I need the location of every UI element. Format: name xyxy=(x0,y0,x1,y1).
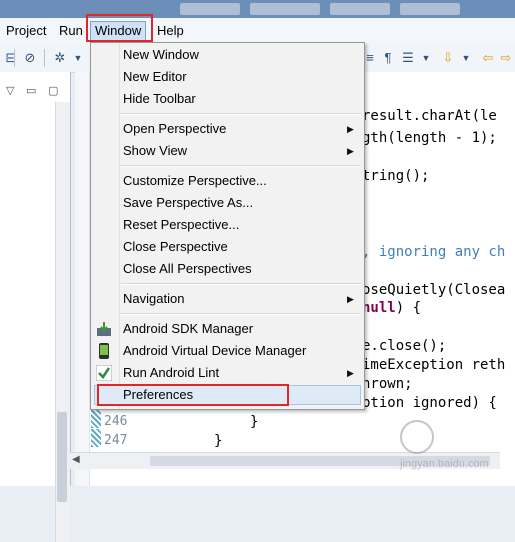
scrollbar-thumb[interactable] xyxy=(57,412,67,502)
taskbar-tab[interactable] xyxy=(180,3,240,15)
toolbar-separator xyxy=(14,49,15,67)
menu-item-show-view[interactable]: Show View xyxy=(123,141,187,161)
back-icon[interactable]: ⇦ xyxy=(480,50,496,66)
menu-item-close-all-perspectives[interactable]: Close All Perspectives xyxy=(123,259,252,279)
submenu-arrow-icon: ▶ xyxy=(347,124,354,134)
view-menu-icon[interactable]: ▽ xyxy=(6,84,14,97)
chevron-down-icon[interactable]: ▼ xyxy=(458,50,474,66)
menu-item-hide-toolbar[interactable]: Hide Toolbar xyxy=(123,89,196,109)
menu-item-navigation[interactable]: Navigation xyxy=(123,289,184,309)
code-line: } xyxy=(214,433,223,449)
annotation-icon[interactable]: ☰ xyxy=(400,50,416,66)
forward-icon[interactable]: ⇨ xyxy=(498,50,514,66)
code-line: gth(length - 1); xyxy=(362,130,497,146)
package-explorer-pane: ▽ ▭ ▢ xyxy=(0,72,71,542)
menu-separator xyxy=(121,113,361,115)
next-annotation-icon[interactable]: ⇩ xyxy=(440,50,456,66)
code-line: null) { xyxy=(362,300,421,316)
taskbar-tab[interactable] xyxy=(400,3,460,15)
line-number: 246 xyxy=(104,414,128,429)
line-number: 247 xyxy=(104,433,128,448)
watermark: jingyan.baidu.com xyxy=(400,420,510,480)
code-line: tring(); xyxy=(362,168,430,184)
taskbar-tab[interactable] xyxy=(250,3,320,15)
menu-item-new-editor[interactable]: New Editor xyxy=(123,67,187,87)
code-text: ) { xyxy=(395,300,422,316)
menu-separator xyxy=(121,283,361,285)
menu-item-android-virtual-device-manager[interactable]: Android Virtual Device Manager xyxy=(123,341,306,361)
code-line: e.close(); xyxy=(362,338,447,354)
debug-icon[interactable]: ✲ xyxy=(52,50,68,66)
menu-run[interactable]: Run xyxy=(55,22,87,40)
menu-help[interactable]: Help xyxy=(153,22,188,40)
scroll-left-icon[interactable]: ◀ xyxy=(72,454,80,465)
checkmark-icon xyxy=(96,365,112,381)
code-comment-line: , ignoring any ch xyxy=(362,244,506,260)
code-line: imeException reth xyxy=(362,357,506,373)
submenu-arrow-icon: ▶ xyxy=(347,294,354,304)
menu-item-android-sdk-manager[interactable]: Android SDK Manager xyxy=(123,319,253,339)
menu-item-run-android-lint[interactable]: Run Android Lint xyxy=(123,363,219,383)
window-caption-strip xyxy=(0,0,515,18)
skip-breakpoints-icon[interactable]: ⊘ xyxy=(22,50,38,66)
menu-item-reset-perspective[interactable]: Reset Perspective... xyxy=(123,215,239,235)
submenu-arrow-icon: ▶ xyxy=(347,146,354,156)
menu-item-close-perspective[interactable]: Close Perspective xyxy=(123,237,228,257)
change-marker xyxy=(91,429,101,447)
watermark-logo-icon xyxy=(400,420,434,454)
show-whitespace-icon[interactable]: ¶ xyxy=(380,50,396,66)
editor-ruler xyxy=(75,72,90,486)
watermark-text: jingyan.baidu.com xyxy=(400,458,489,470)
window-menu-highlight-box xyxy=(86,14,153,42)
code-line: ption ignored) { xyxy=(362,395,497,411)
menu-item-open-perspective[interactable]: Open Perspective xyxy=(123,119,226,139)
chevron-down-icon[interactable]: ▼ xyxy=(70,50,86,66)
code-line: oseQuietly(Closea xyxy=(362,282,506,298)
menu-item-save-perspective-as[interactable]: Save Perspective As... xyxy=(123,193,253,213)
taskbar-tab[interactable] xyxy=(330,3,390,15)
menu-separator xyxy=(121,165,361,167)
submenu-arrow-icon: ▶ xyxy=(347,368,354,378)
code-keyword: null xyxy=(362,300,396,316)
toolbar-separator xyxy=(44,49,45,67)
android-sdk-manager-icon xyxy=(97,322,111,336)
menu-item-customize-perspective[interactable]: Customize Perspective... xyxy=(123,171,267,191)
menu-item-new-window[interactable]: New Window xyxy=(123,45,199,65)
maximize-icon[interactable]: ▢ xyxy=(48,84,58,97)
code-line: hrown; xyxy=(362,376,413,392)
menu-separator xyxy=(121,313,361,315)
menu-project[interactable]: Project xyxy=(2,22,50,40)
preferences-highlight-box xyxy=(97,384,289,406)
minimize-icon[interactable]: ▭ xyxy=(26,84,36,97)
code-line: result.charAt(le xyxy=(362,108,497,124)
collapse-icon[interactable]: ⊟ xyxy=(3,50,19,66)
chevron-down-icon[interactable]: ▼ xyxy=(418,50,434,66)
window-menu-dropdown: New Window New Editor Hide Toolbar Open … xyxy=(90,42,365,410)
menu-bar: Project Run Window Help xyxy=(0,18,515,45)
change-marker xyxy=(91,410,101,428)
android-device-icon xyxy=(99,343,109,359)
code-line: } xyxy=(250,414,259,430)
